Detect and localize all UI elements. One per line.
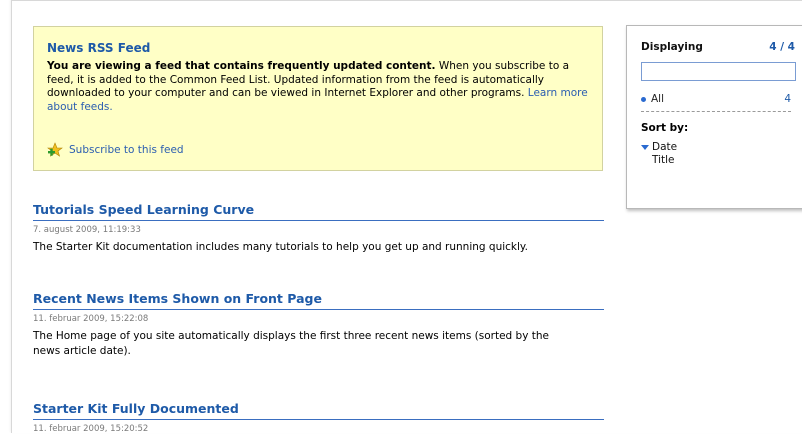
sort-option-title[interactable]: Title: [641, 154, 802, 166]
filter-search-input[interactable]: [641, 62, 796, 81]
displaying-count: 4 / 4: [769, 41, 795, 53]
article-title[interactable]: Tutorials Speed Learning Curve: [33, 202, 604, 221]
bullet-icon: [641, 96, 646, 102]
article-date: 11. februar 2009, 15:22:08: [33, 314, 149, 324]
displaying-row: Displaying 4 / 4: [641, 41, 795, 53]
article-date: 7. august 2009, 11:19:33: [33, 225, 141, 235]
filter-all-item[interactable]: All 4: [641, 93, 791, 112]
feed-notice-bold: You are viewing a feed that contains fre…: [47, 60, 436, 72]
sort-option-date[interactable]: Date: [641, 141, 802, 153]
subscribe-link[interactable]: Subscribe to this feed: [69, 144, 184, 156]
subscribe-star-plus-icon: [47, 142, 63, 157]
article-item: Tutorials Speed Learning Curve 7. august…: [33, 202, 604, 255]
subscribe-row[interactable]: Subscribe to this feed: [47, 142, 184, 158]
sort-option-date-label: Date: [652, 141, 678, 153]
article-body: The Home page of you site automatically …: [33, 330, 549, 357]
feed-info-box: News RSS Feed You are viewing a feed tha…: [33, 26, 603, 171]
filter-all-label: All: [651, 93, 665, 105]
article-item: Recent News Items Shown on Front Page 11…: [33, 291, 604, 358]
article-body: The Starter Kit documentation includes m…: [33, 241, 528, 253]
feed-description: You are viewing a feed that contains fre…: [47, 60, 589, 114]
feed-title: News RSS Feed: [47, 41, 151, 55]
sort-option-title-label: Title: [652, 154, 675, 166]
triangle-down-icon: [641, 144, 649, 150]
filter-all-count: 4: [784, 93, 791, 105]
filter-all-left: All: [641, 93, 664, 105]
displaying-label: Displaying: [641, 41, 703, 53]
feed-filter-panel: Displaying 4 / 4 All 4 Sort by: Date Tit…: [626, 25, 802, 209]
article-title[interactable]: Starter Kit Fully Documented: [33, 401, 604, 420]
article-item: Starter Kit Fully Documented 11. februar…: [33, 401, 604, 434]
article-title[interactable]: Recent News Items Shown on Front Page: [33, 291, 604, 310]
sort-by-label: Sort by:: [641, 122, 689, 134]
article-date: 11. februar 2009, 15:20:52: [33, 424, 149, 434]
